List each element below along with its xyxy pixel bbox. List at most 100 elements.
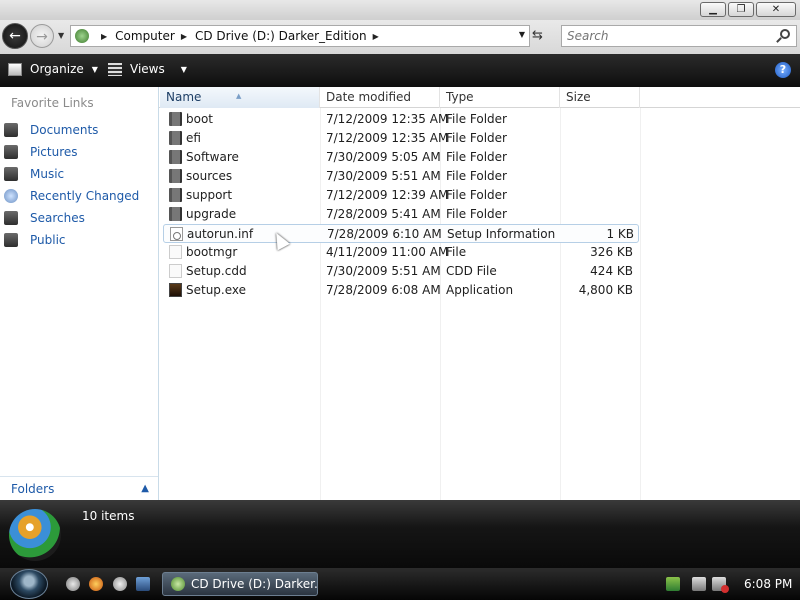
favorite-links-list: Documents Pictures Music Recently Change…: [4, 119, 139, 251]
favorite-link-public[interactable]: Public: [4, 229, 139, 251]
folder-icon: [169, 112, 182, 126]
taskbar-window-button[interactable]: CD Drive (D:) Darker...: [162, 572, 318, 596]
file-name: sources: [186, 169, 233, 183]
network-icon[interactable]: [692, 577, 706, 591]
breadcrumb-computer[interactable]: Computer: [115, 29, 175, 43]
file-row-sources[interactable]: sources 7/30/2009 5:51 AM File Folder: [163, 167, 639, 186]
music-icon: [4, 167, 18, 181]
address-bar: ← → ▼ ▶ Computer ▶ CD Drive (D:) Darker_…: [0, 20, 800, 54]
start-button[interactable]: [10, 569, 48, 599]
tray-app-icon[interactable]: [666, 577, 680, 591]
chevron-down-icon: ▼: [180, 64, 187, 74]
file-row-bootmgr[interactable]: bootmgr 4/11/2009 11:00 AM File 326 KB: [163, 243, 639, 262]
command-bar: Organize ▼ Views ▼ ?: [0, 54, 800, 87]
address-dropdown-icon[interactable]: ▼: [519, 30, 525, 39]
views-icon: [108, 62, 122, 76]
file-row-support[interactable]: support 7/12/2009 12:39 AM File Folder: [163, 186, 639, 205]
file-date-modified: 7/28/2009 6:10 AM: [327, 227, 442, 241]
favorite-link-label: Documents: [30, 123, 99, 137]
file-name: Setup.cdd: [186, 264, 247, 278]
favorite-link-searches[interactable]: Searches: [4, 207, 139, 229]
searches-icon: [4, 211, 18, 225]
file-row-boot[interactable]: boot 7/12/2009 12:35 AM File Folder: [163, 110, 639, 129]
show-desktop-icon[interactable]: [136, 577, 150, 591]
file-icon: [169, 264, 182, 278]
folders-label: Folders: [11, 481, 55, 496]
breadcrumb-cd-drive[interactable]: CD Drive (D:) Darker_Edition: [195, 29, 367, 43]
file-row-autorun-inf[interactable]: autorun.inf 7/28/2009 6:10 AM Setup Info…: [163, 224, 639, 243]
minimize-button[interactable]: ▁: [700, 2, 726, 17]
file-date-modified: 7/12/2009 12:35 AM: [326, 112, 449, 126]
column-header-type[interactable]: Type: [440, 87, 560, 108]
file-size: 4,800 KB: [578, 283, 633, 297]
file-type: Setup Information: [447, 227, 556, 241]
folder-icon: [169, 150, 182, 164]
file-date-modified: 4/11/2009 11:00 AM: [326, 245, 449, 259]
file-list: Name ▲ Date modified Type Size boot 7/12…: [159, 87, 800, 500]
firefox-icon[interactable]: [89, 577, 103, 591]
favorite-link-documents[interactable]: Documents: [4, 119, 139, 141]
file-name: boot: [186, 112, 214, 126]
items-count: 10 items: [82, 509, 135, 523]
breadcrumb-arrow-icon[interactable]: ▶: [101, 32, 107, 41]
column-header-name[interactable]: Name ▲: [160, 87, 320, 108]
column-header-date-modified[interactable]: Date modified: [320, 87, 440, 108]
back-button[interactable]: ←: [2, 23, 28, 49]
file-date-modified: 7/30/2009 5:51 AM: [326, 264, 441, 278]
taskbar: CD Drive (D:) Darker... 6:08 PM: [0, 568, 800, 600]
volume-muted-icon[interactable]: [712, 577, 729, 593]
file-row-efi[interactable]: efi 7/12/2009 12:35 AM File Folder: [163, 129, 639, 148]
file-row-setup-cdd[interactable]: Setup.cdd 7/30/2009 5:51 AM CDD File 424…: [163, 262, 639, 281]
column-headers: Name ▲ Date modified Type Size: [159, 87, 800, 108]
favorite-link-recently-changed[interactable]: Recently Changed: [4, 185, 139, 207]
close-button[interactable]: ✕: [756, 2, 796, 17]
clock[interactable]: 6:08 PM: [744, 577, 792, 591]
favorite-link-label: Music: [30, 167, 65, 181]
recently-changed-icon: [4, 189, 18, 203]
file-name: autorun.inf: [187, 227, 254, 241]
file-row-software[interactable]: Software 7/30/2009 5:05 AM File Folder: [163, 148, 639, 167]
favorite-link-label: Public: [30, 233, 66, 247]
breadcrumb[interactable]: ▶ Computer ▶ CD Drive (D:) Darker_Editio…: [70, 25, 530, 47]
help-icon[interactable]: ?: [775, 62, 791, 78]
organize-button[interactable]: Organize ▼: [8, 62, 98, 76]
folders-toggle[interactable]: Folders ▲: [0, 476, 158, 500]
forward-button[interactable]: →: [30, 24, 54, 48]
organize-icon: [8, 62, 22, 76]
file-size: 1 KB: [606, 227, 634, 241]
breadcrumb-arrow-icon[interactable]: ▶: [373, 32, 379, 41]
file-row-upgrade[interactable]: upgrade 7/28/2009 5:41 AM File Folder: [163, 205, 639, 224]
file-name: efi: [186, 131, 201, 145]
navigation-pane: Favorite Links Documents Pictures Music …: [0, 87, 159, 500]
file-icon: [169, 245, 182, 259]
maximize-button[interactable]: ❐: [728, 2, 754, 17]
device-icon[interactable]: [113, 577, 127, 591]
file-date-modified: 7/28/2009 5:41 AM: [326, 207, 441, 221]
folder-icon: [169, 207, 182, 221]
favorite-link-label: Pictures: [30, 145, 78, 159]
column-header-size[interactable]: Size: [560, 87, 640, 108]
application-icon: [169, 283, 182, 297]
refresh-icon[interactable]: ⇆: [532, 28, 543, 43]
favorite-link-pictures[interactable]: Pictures: [4, 141, 139, 163]
folder-icon: [169, 131, 182, 145]
favorite-link-music[interactable]: Music: [4, 163, 139, 185]
recent-pages-dropdown-icon[interactable]: ▼: [58, 31, 64, 40]
file-type: File Folder: [446, 207, 507, 221]
documents-icon: [4, 123, 18, 137]
breadcrumb-arrow-icon[interactable]: ▶: [181, 32, 187, 41]
search-input[interactable]: [562, 26, 762, 46]
file-date-modified: 7/12/2009 12:39 AM: [326, 188, 449, 202]
file-size: 424 KB: [590, 264, 633, 278]
file-name: support: [186, 188, 233, 202]
file-row-setup-exe[interactable]: Setup.exe 7/28/2009 6:08 AM Application …: [163, 281, 639, 300]
search-icon[interactable]: [780, 29, 790, 39]
file-date-modified: 7/12/2009 12:35 AM: [326, 131, 449, 145]
public-icon: [4, 233, 18, 247]
file-name: upgrade: [186, 207, 237, 221]
views-button[interactable]: Views ▼: [108, 62, 187, 76]
window-controls: ▁ ❐ ✕: [700, 2, 796, 17]
chevron-down-icon: ▼: [91, 64, 98, 74]
search-box: [561, 25, 797, 47]
internet-explorer-icon[interactable]: [66, 577, 80, 591]
